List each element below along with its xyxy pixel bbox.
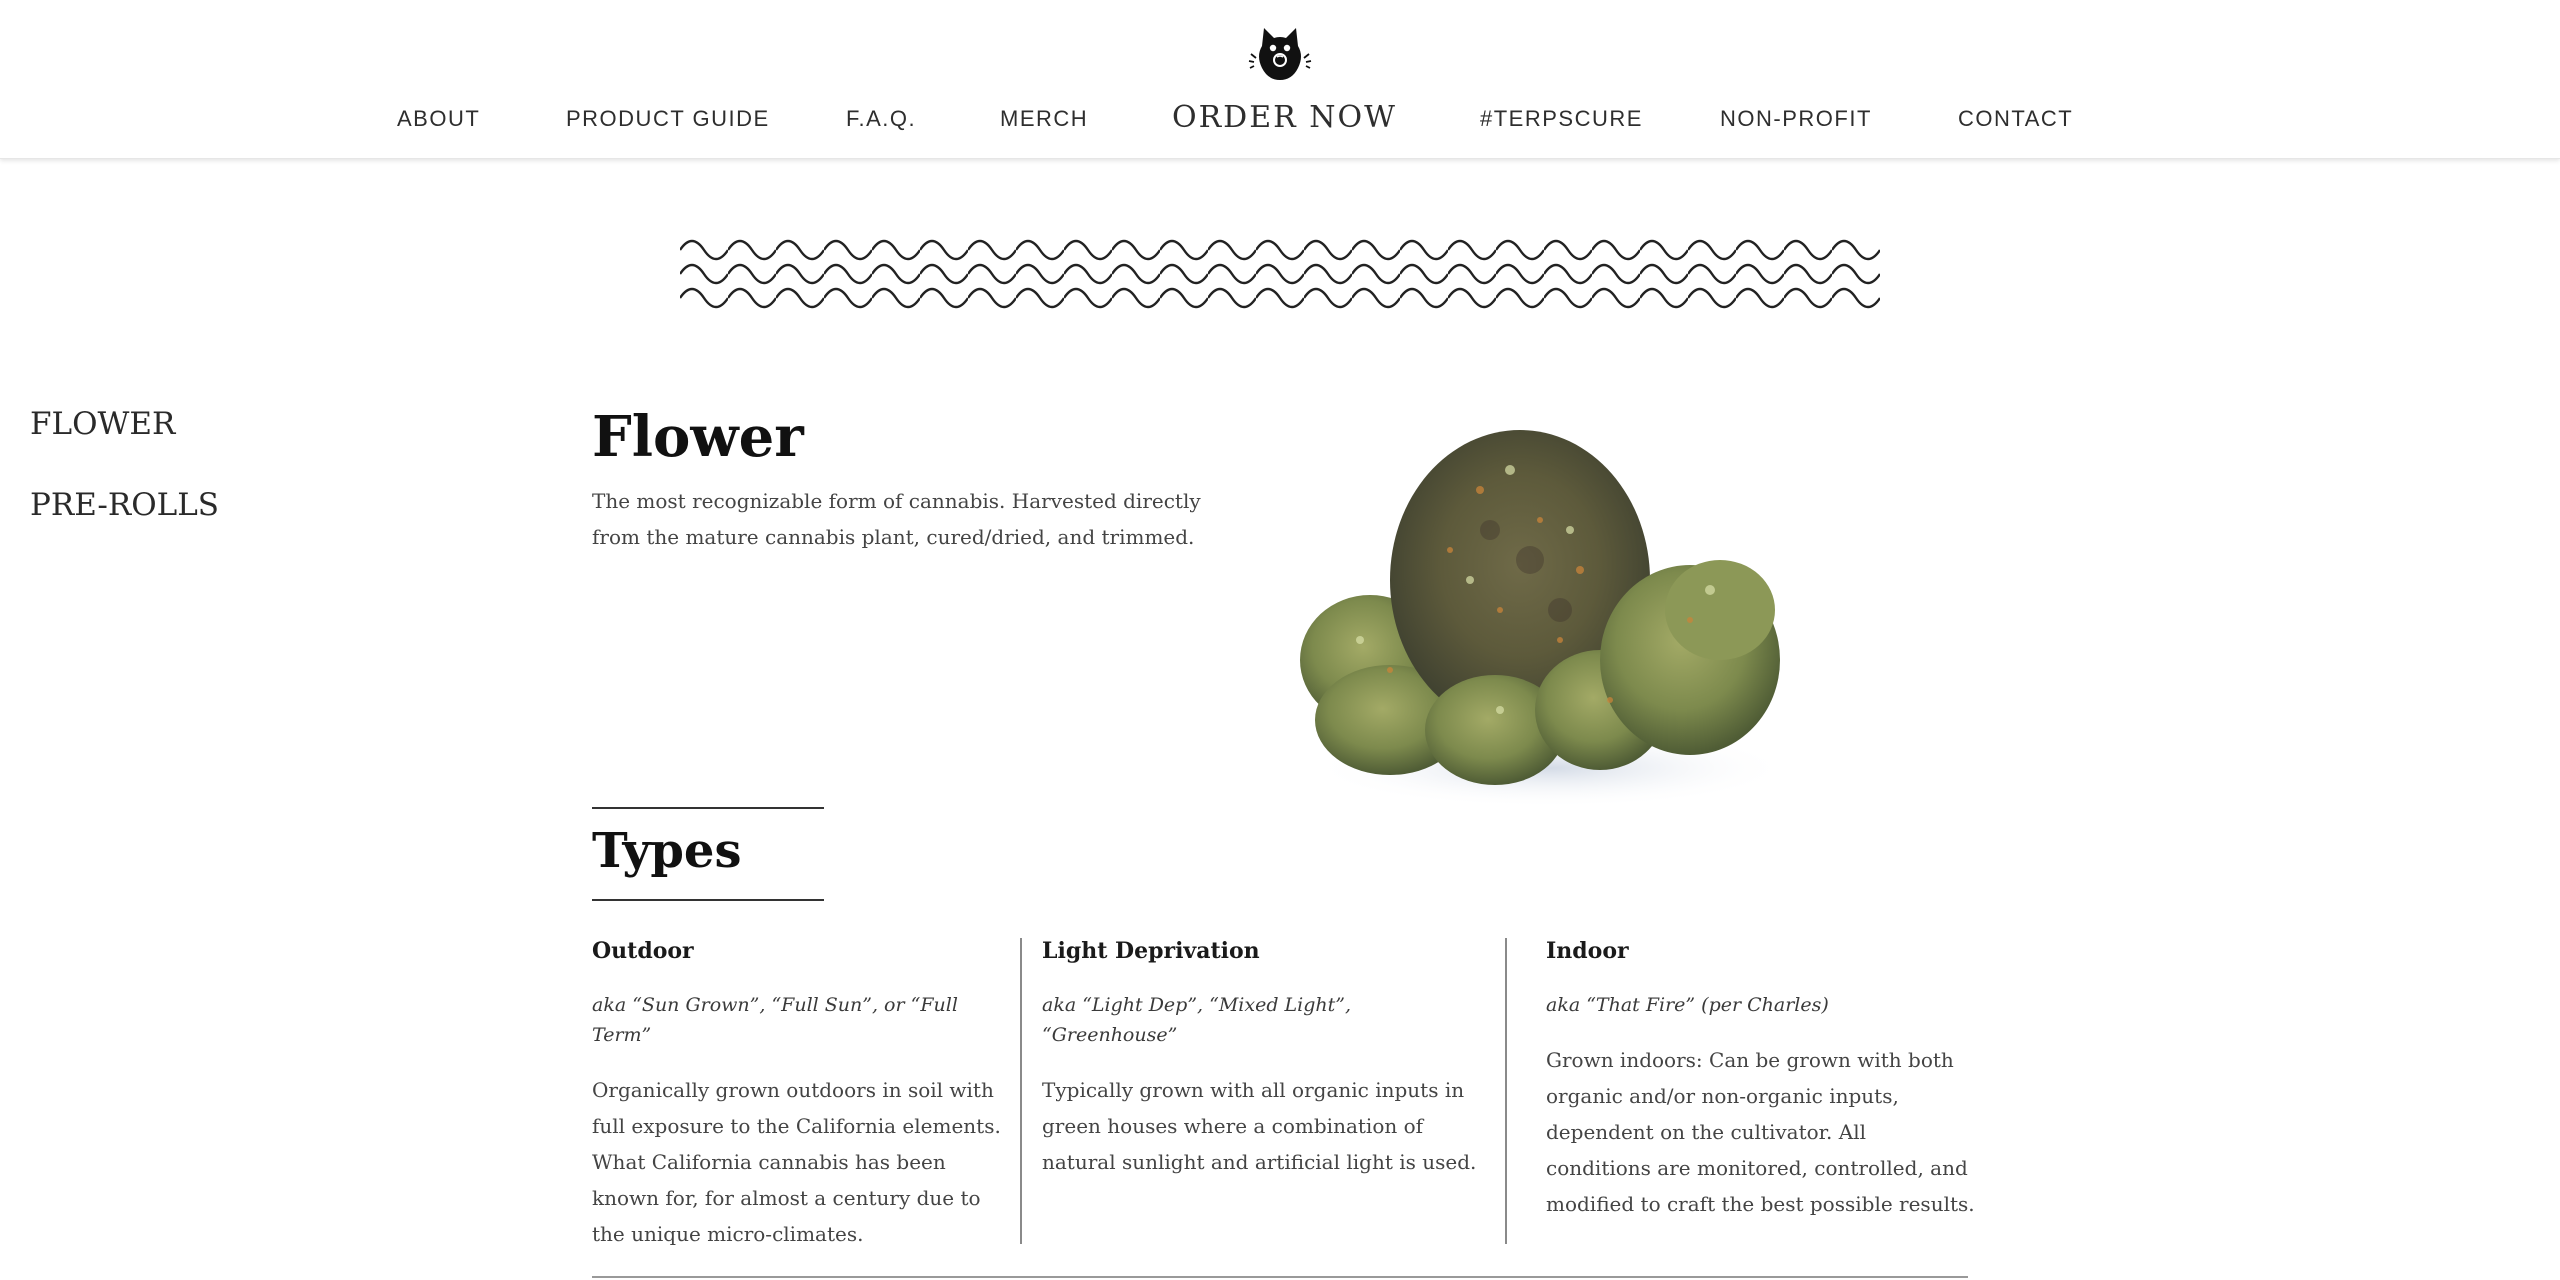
column-divider [1020,938,1022,1244]
nav-terpscure[interactable]: #TERPSCURE [1480,106,1643,132]
wave-divider [680,236,1880,314]
type-indoor: Indoor aka “That Fire” (per Charles) Gro… [1546,936,1976,1222]
nav-order-now[interactable]: ORDER NOW [1172,100,1397,135]
type-outdoor: Outdoor aka “Sun Grown”, “Full Sun”, or … [592,936,1002,1252]
sidebar-item-flower[interactable]: FLOWER [30,406,175,442]
type-light-deprivation: Light Deprivation aka “Light Dep”, “Mixe… [1042,936,1492,1180]
column-divider [1505,938,1507,1244]
intro-text: The most recognizable form of cannabis. … [592,489,1201,549]
type-description: Grown indoors: Can be grown with both or… [1546,1048,1975,1216]
nav-merch[interactable]: MERCH [1000,106,1088,132]
types-heading-block: Types [592,807,824,901]
nav-about[interactable]: ABOUT [397,106,480,132]
type-title: Light Deprivation [1042,938,1260,964]
sidebar-item-pre-rolls[interactable]: PRE-ROLLS [30,487,219,523]
section-divider [592,1276,1968,1278]
type-description: Organically grown outdoors in soil with … [592,1078,1001,1246]
type-title: Outdoor [592,938,694,964]
cat-logo-icon[interactable] [1248,22,1312,86]
type-aka: aka “That Fire” (per Charles) [1546,994,1829,1016]
nav-non-profit[interactable]: NON-PROFIT [1720,106,1872,132]
nav-product-guide[interactable]: PRODUCT GUIDE [566,106,770,132]
nav-contact[interactable]: CONTACT [1958,106,2073,132]
page-title: Flower [592,404,804,470]
nav-faq[interactable]: F.A.Q. [846,106,916,132]
types-heading: Types [592,823,742,879]
type-description: Typically grown with all organic inputs … [1042,1078,1477,1174]
site-header: ABOUT PRODUCT GUIDE F.A.Q. MERCH ORDER N… [0,0,2560,159]
type-title: Indoor [1546,938,1629,964]
type-aka: aka “Light Dep”, “Mixed Light”, “Greenho… [1042,994,1352,1046]
type-aka: aka “Sun Grown”, “Full Sun”, or “Full Te… [592,994,958,1046]
flower-image [1300,430,1790,808]
